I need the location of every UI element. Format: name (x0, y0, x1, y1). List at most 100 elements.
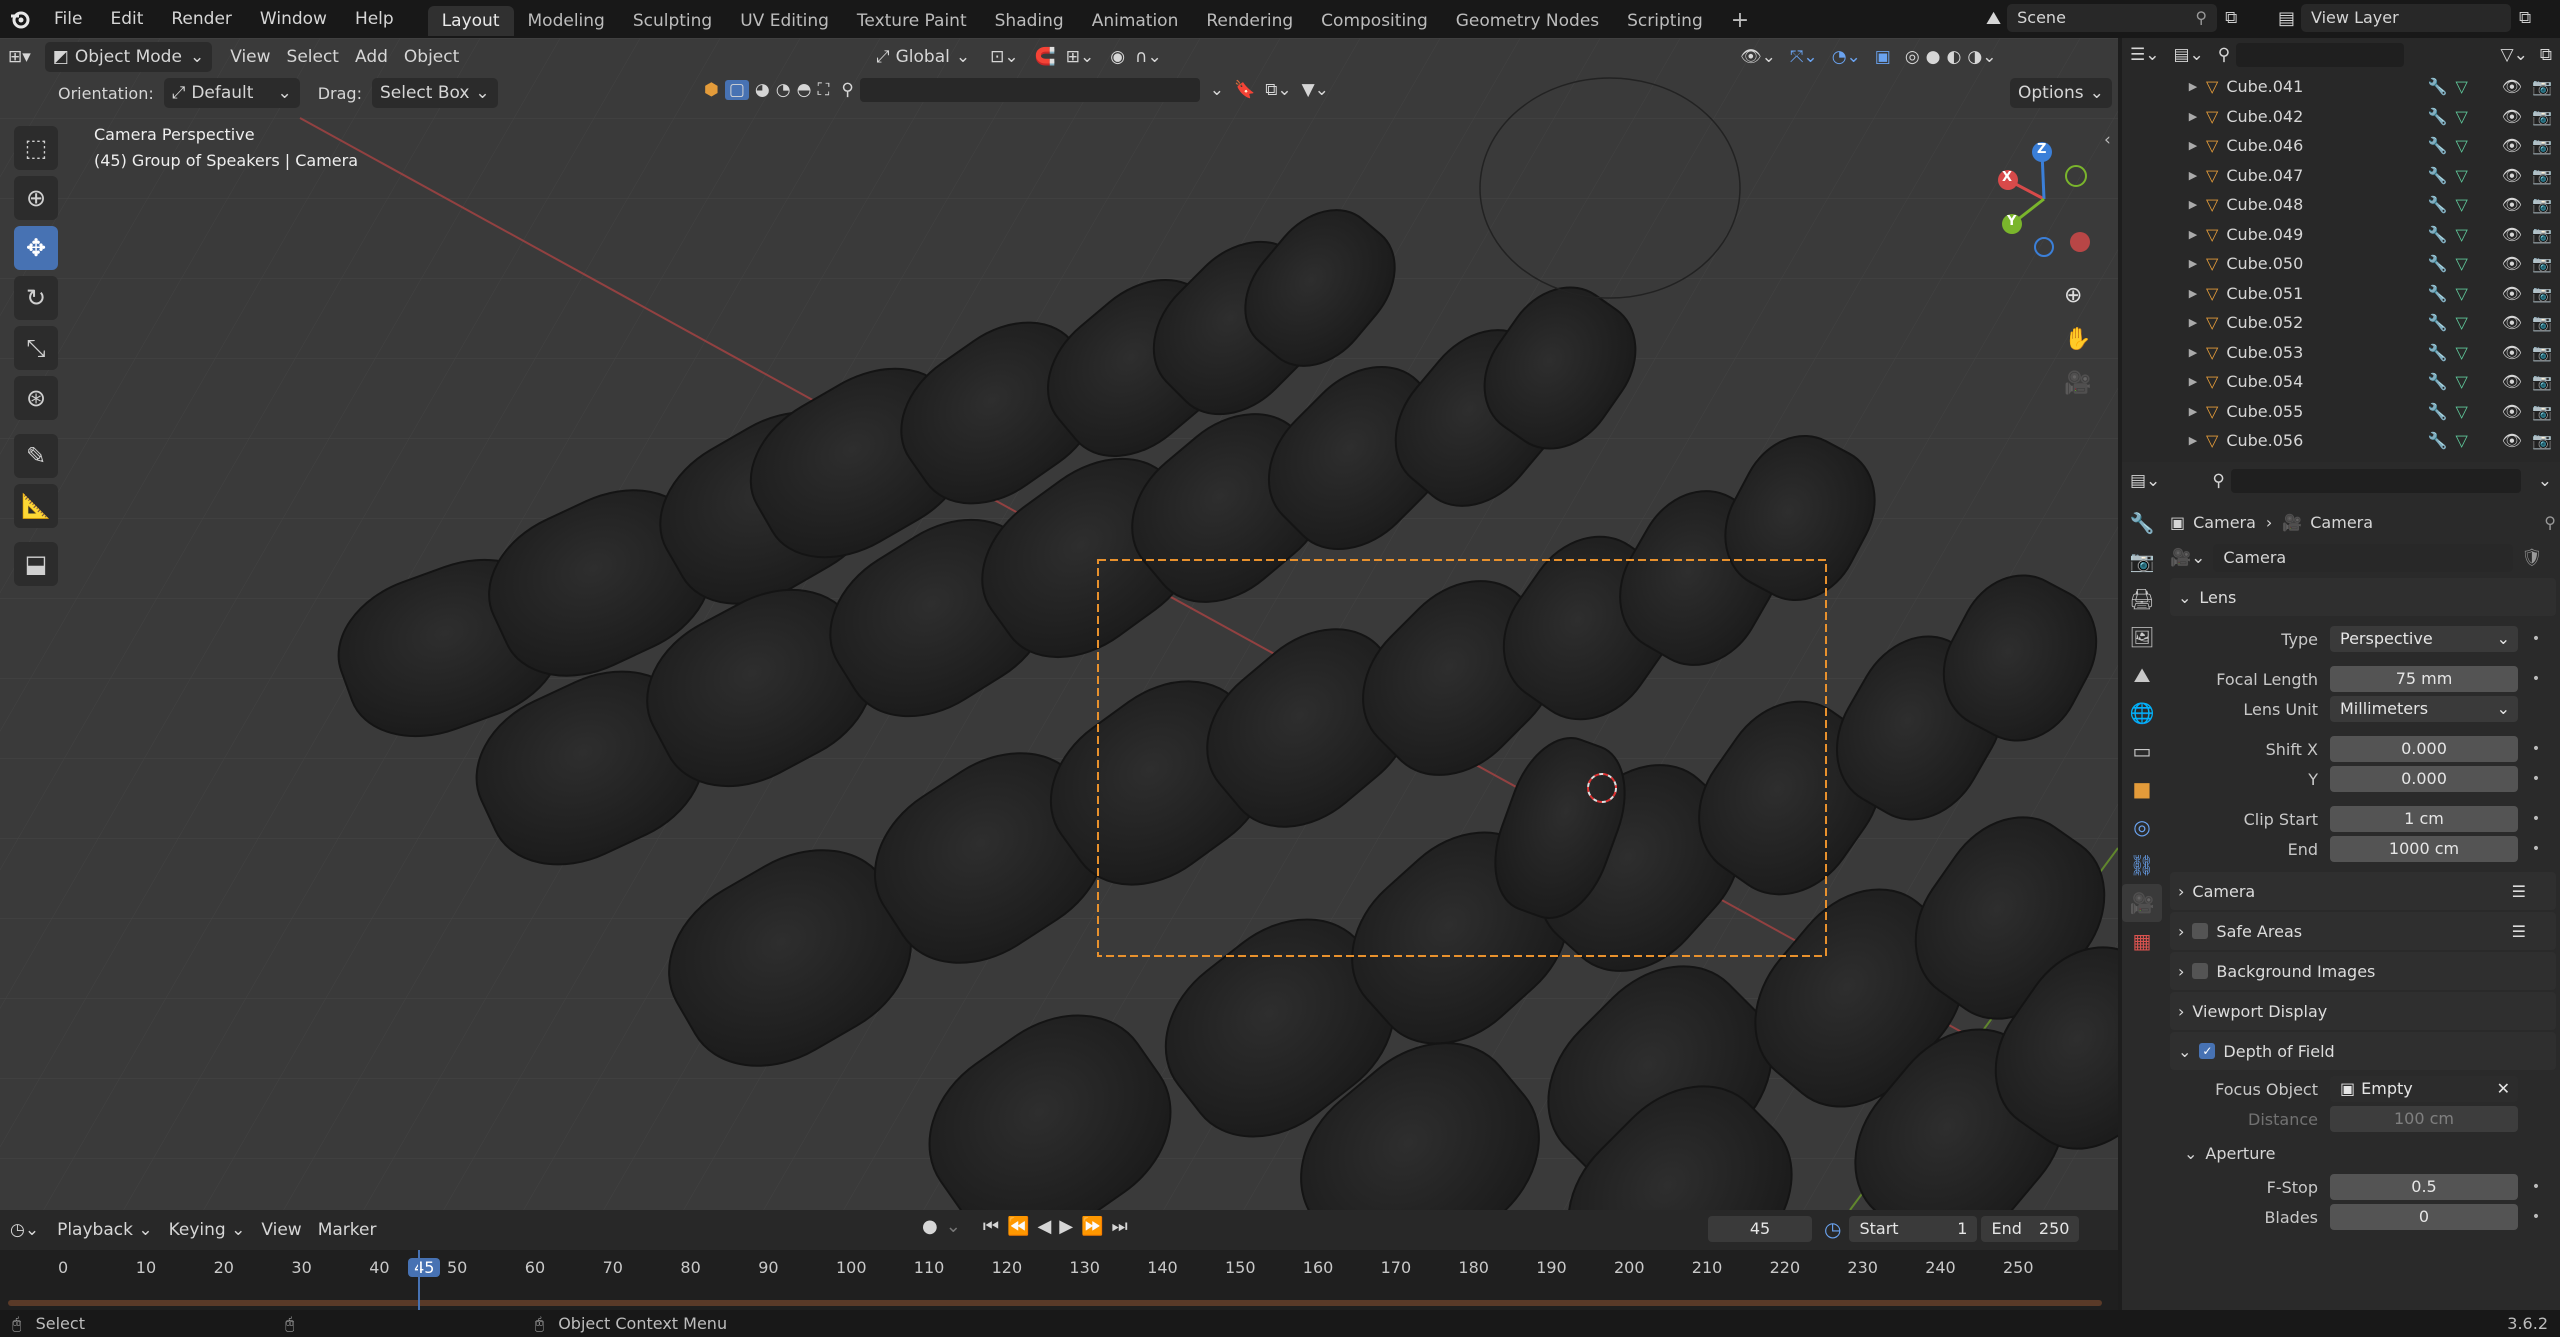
falloff-icon[interactable]: ∩⌄ (1135, 47, 1162, 67)
render-camera-icon[interactable]: 📷 (2532, 225, 2552, 244)
shift-y-field[interactable]: 0.000 (2330, 766, 2518, 792)
presets-icon[interactable]: ☰ (2512, 922, 2526, 941)
world-tab-icon[interactable]: 🌐 (2122, 694, 2162, 732)
render-camera-icon[interactable]: 📷 (2532, 431, 2552, 450)
search-input[interactable] (859, 78, 1200, 102)
outliner-row[interactable]: ▶ ▽ Cube.053 🔧 ▽ 👁 📷 (2122, 338, 2560, 368)
visibility-eye-icon[interactable]: 👁 (2502, 254, 2522, 273)
preview-range-icon[interactable]: ◷ (1824, 1217, 1841, 1241)
snap-target-icon[interactable]: ⊞⌄ (1066, 47, 1095, 67)
object-tab-icon[interactable]: ■ (2122, 770, 2162, 808)
select-new-icon[interactable]: ▢ (724, 80, 749, 100)
visibility-eye-icon[interactable]: 👁 (2502, 313, 2522, 332)
camera-view-icon[interactable]: 🎥 (2064, 362, 2091, 406)
focus-object-field[interactable]: ▣ Empty ✕ (2330, 1076, 2518, 1102)
rotate-tool-icon[interactable]: ↻ (14, 276, 58, 320)
menu-render[interactable]: Render (157, 0, 246, 38)
visibility-icon[interactable]: 👁⌄ (1740, 47, 1776, 67)
expand-arrow-icon[interactable]: ▶ (2180, 80, 2206, 93)
dropdown-icon[interactable]: ⌄ (1210, 80, 1224, 100)
editor-type-icon[interactable]: ⊞▾ (0, 42, 39, 72)
expand-arrow-icon[interactable]: ▶ (2180, 198, 2206, 211)
gizmo-toggle-icon[interactable]: ⤧⌄ (1790, 47, 1818, 67)
jump-keyframe-back-icon[interactable]: ⏪ (1007, 1216, 1029, 1237)
outliner-row[interactable]: ▶ ▽ Cube.051 🔧 ▽ 👁 📷 (2122, 279, 2560, 309)
new-collection-icon[interactable]: ⧉ (2540, 45, 2552, 65)
visibility-eye-icon[interactable]: 👁 (2502, 431, 2522, 450)
properties-editor-icon[interactable]: ▤⌄ (2130, 471, 2160, 491)
outliner-row[interactable]: ▶ ▽ Cube.041 🔧 ▽ 👁 📷 (2122, 72, 2560, 102)
lens-unit-dropdown[interactable]: Millimeters ⌄ (2330, 696, 2518, 722)
play-reverse-icon[interactable]: ◀ (1037, 1216, 1051, 1237)
visibility-eye-icon[interactable]: 👁 (2502, 107, 2522, 126)
menu-add[interactable]: Add (347, 42, 396, 72)
outliner-row[interactable]: ▶ ▽ Cube.049 🔧 ▽ 👁 📷 (2122, 220, 2560, 250)
menu-window[interactable]: Window (246, 0, 341, 38)
constraints-tab-icon[interactable]: ⛓ (2122, 846, 2162, 884)
search-icon[interactable]: ⚲ (841, 80, 853, 100)
add-workspace-icon[interactable]: + (1717, 6, 1763, 36)
render-camera-icon[interactable]: 📷 (2532, 372, 2552, 391)
timeline-ruler[interactable]: 0 10 20 30 40 45 50 60 70 80 90 100 110 120 130 140 150 1… (0, 1250, 2118, 1310)
tab-shading[interactable]: Shading (981, 6, 1078, 36)
orientation-dropdown[interactable]: ⤢ Default ⌄ (163, 78, 300, 108)
keyframe-dot-icon[interactable]: • (2526, 811, 2546, 827)
camera-datablock-icon[interactable]: 🎥⌄ (2170, 548, 2205, 568)
pan-hand-icon[interactable]: ✋ (2064, 318, 2091, 362)
pin-icon[interactable]: ⚲ (2195, 4, 2207, 32)
proportional-edit-icon[interactable]: ◉ (1110, 47, 1125, 67)
expand-arrow-icon[interactable]: ▶ (2180, 139, 2206, 152)
render-tab-icon[interactable]: 📷 (2122, 542, 2162, 580)
outliner-row[interactable]: ▶ ▽ Cube.048 🔧 ▽ 👁 📷 (2122, 190, 2560, 220)
tab-modeling[interactable]: Modeling (514, 6, 619, 36)
render-camera-icon[interactable]: 📷 (2532, 313, 2552, 332)
render-camera-icon[interactable]: 📷 (2532, 107, 2552, 126)
snap-icon[interactable]: 🧲 (1035, 47, 1056, 67)
mesh-data-icon[interactable]: ▽ (2455, 166, 2467, 185)
keyframe-dot-icon[interactable]: • (2526, 1209, 2546, 1225)
safe-areas-panel-header[interactable]: › Safe Areas ☰ (2170, 912, 2556, 950)
view-layer-selector[interactable]: ▤ View Layer ⧉ (2278, 4, 2531, 32)
render-camera-icon[interactable]: 📷 (2532, 195, 2552, 214)
viewport-display-panel-header[interactable]: › Viewport Display (2170, 992, 2556, 1030)
drag-dropdown[interactable]: Select Box ⌄ (371, 78, 498, 108)
select-box-tool-icon[interactable]: ⬚ (14, 126, 58, 170)
expand-arrow-icon[interactable]: ▶ (2180, 257, 2206, 270)
shading-solid-icon[interactable]: ● (1926, 47, 1941, 67)
cursor-tool-icon[interactable]: ⊕ (14, 176, 58, 220)
presets-icon[interactable]: ☰ (2512, 882, 2526, 901)
playhead[interactable] (418, 1250, 421, 1310)
jump-end-icon[interactable]: ⏭ (1112, 1216, 1128, 1237)
expand-arrow-icon[interactable]: ▶ (2180, 405, 2206, 418)
menu-edit[interactable]: Edit (96, 0, 157, 38)
properties-options-icon[interactable]: ⌄ (2538, 471, 2552, 491)
outliner-filter-icon[interactable]: ▽⌄ (2501, 45, 2528, 65)
modifier-icon[interactable]: 🔧 (2428, 195, 2448, 214)
visibility-eye-icon[interactable]: 👁 (2502, 225, 2522, 244)
modifier-icon[interactable]: 🔧 (2428, 402, 2448, 421)
pin-icon[interactable]: ⚲ (2544, 513, 2556, 532)
tab-geometry-nodes[interactable]: Geometry Nodes (1442, 6, 1613, 36)
select-subtract-icon[interactable]: ◔ (776, 80, 791, 100)
modifier-icon[interactable]: 🔧 (2428, 77, 2448, 96)
visibility-eye-icon[interactable]: 👁 (2502, 284, 2522, 303)
menu-select[interactable]: Select (279, 42, 347, 72)
visibility-eye-icon[interactable]: 👁 (2502, 343, 2522, 362)
output-tab-icon[interactable]: 🖨 (2122, 580, 2162, 618)
keyframe-dot-icon[interactable]: • (2526, 631, 2546, 647)
background-images-panel-header[interactable]: › Background Images (2170, 952, 2556, 990)
outliner-search-icon[interactable]: ⚲ (2218, 45, 2230, 65)
shading-material-icon[interactable]: ◐ (1947, 47, 1962, 67)
menu-timeline-view[interactable]: View (253, 1215, 309, 1245)
pivot-icon[interactable]: ⊡⌄ (990, 47, 1019, 67)
view-layer-tab-icon[interactable]: 🖼 (2122, 618, 2162, 656)
distance-field[interactable]: 100 cm (2330, 1106, 2518, 1132)
modifier-icon[interactable]: 🔧 (2428, 254, 2448, 273)
mesh-data-icon[interactable]: ▽ (2455, 372, 2467, 391)
camera-panel-header[interactable]: › Camera ☰ (2170, 872, 2556, 910)
visibility-eye-icon[interactable]: 👁 (2502, 372, 2522, 391)
lens-panel-header[interactable]: ⌄ Lens (2170, 578, 2556, 616)
shading-wireframe-icon[interactable]: ◎ (1905, 47, 1920, 67)
jump-keyframe-forward-icon[interactable]: ⏩ (1081, 1216, 1103, 1237)
end-frame-field[interactable]: End 250 (1981, 1216, 2080, 1242)
